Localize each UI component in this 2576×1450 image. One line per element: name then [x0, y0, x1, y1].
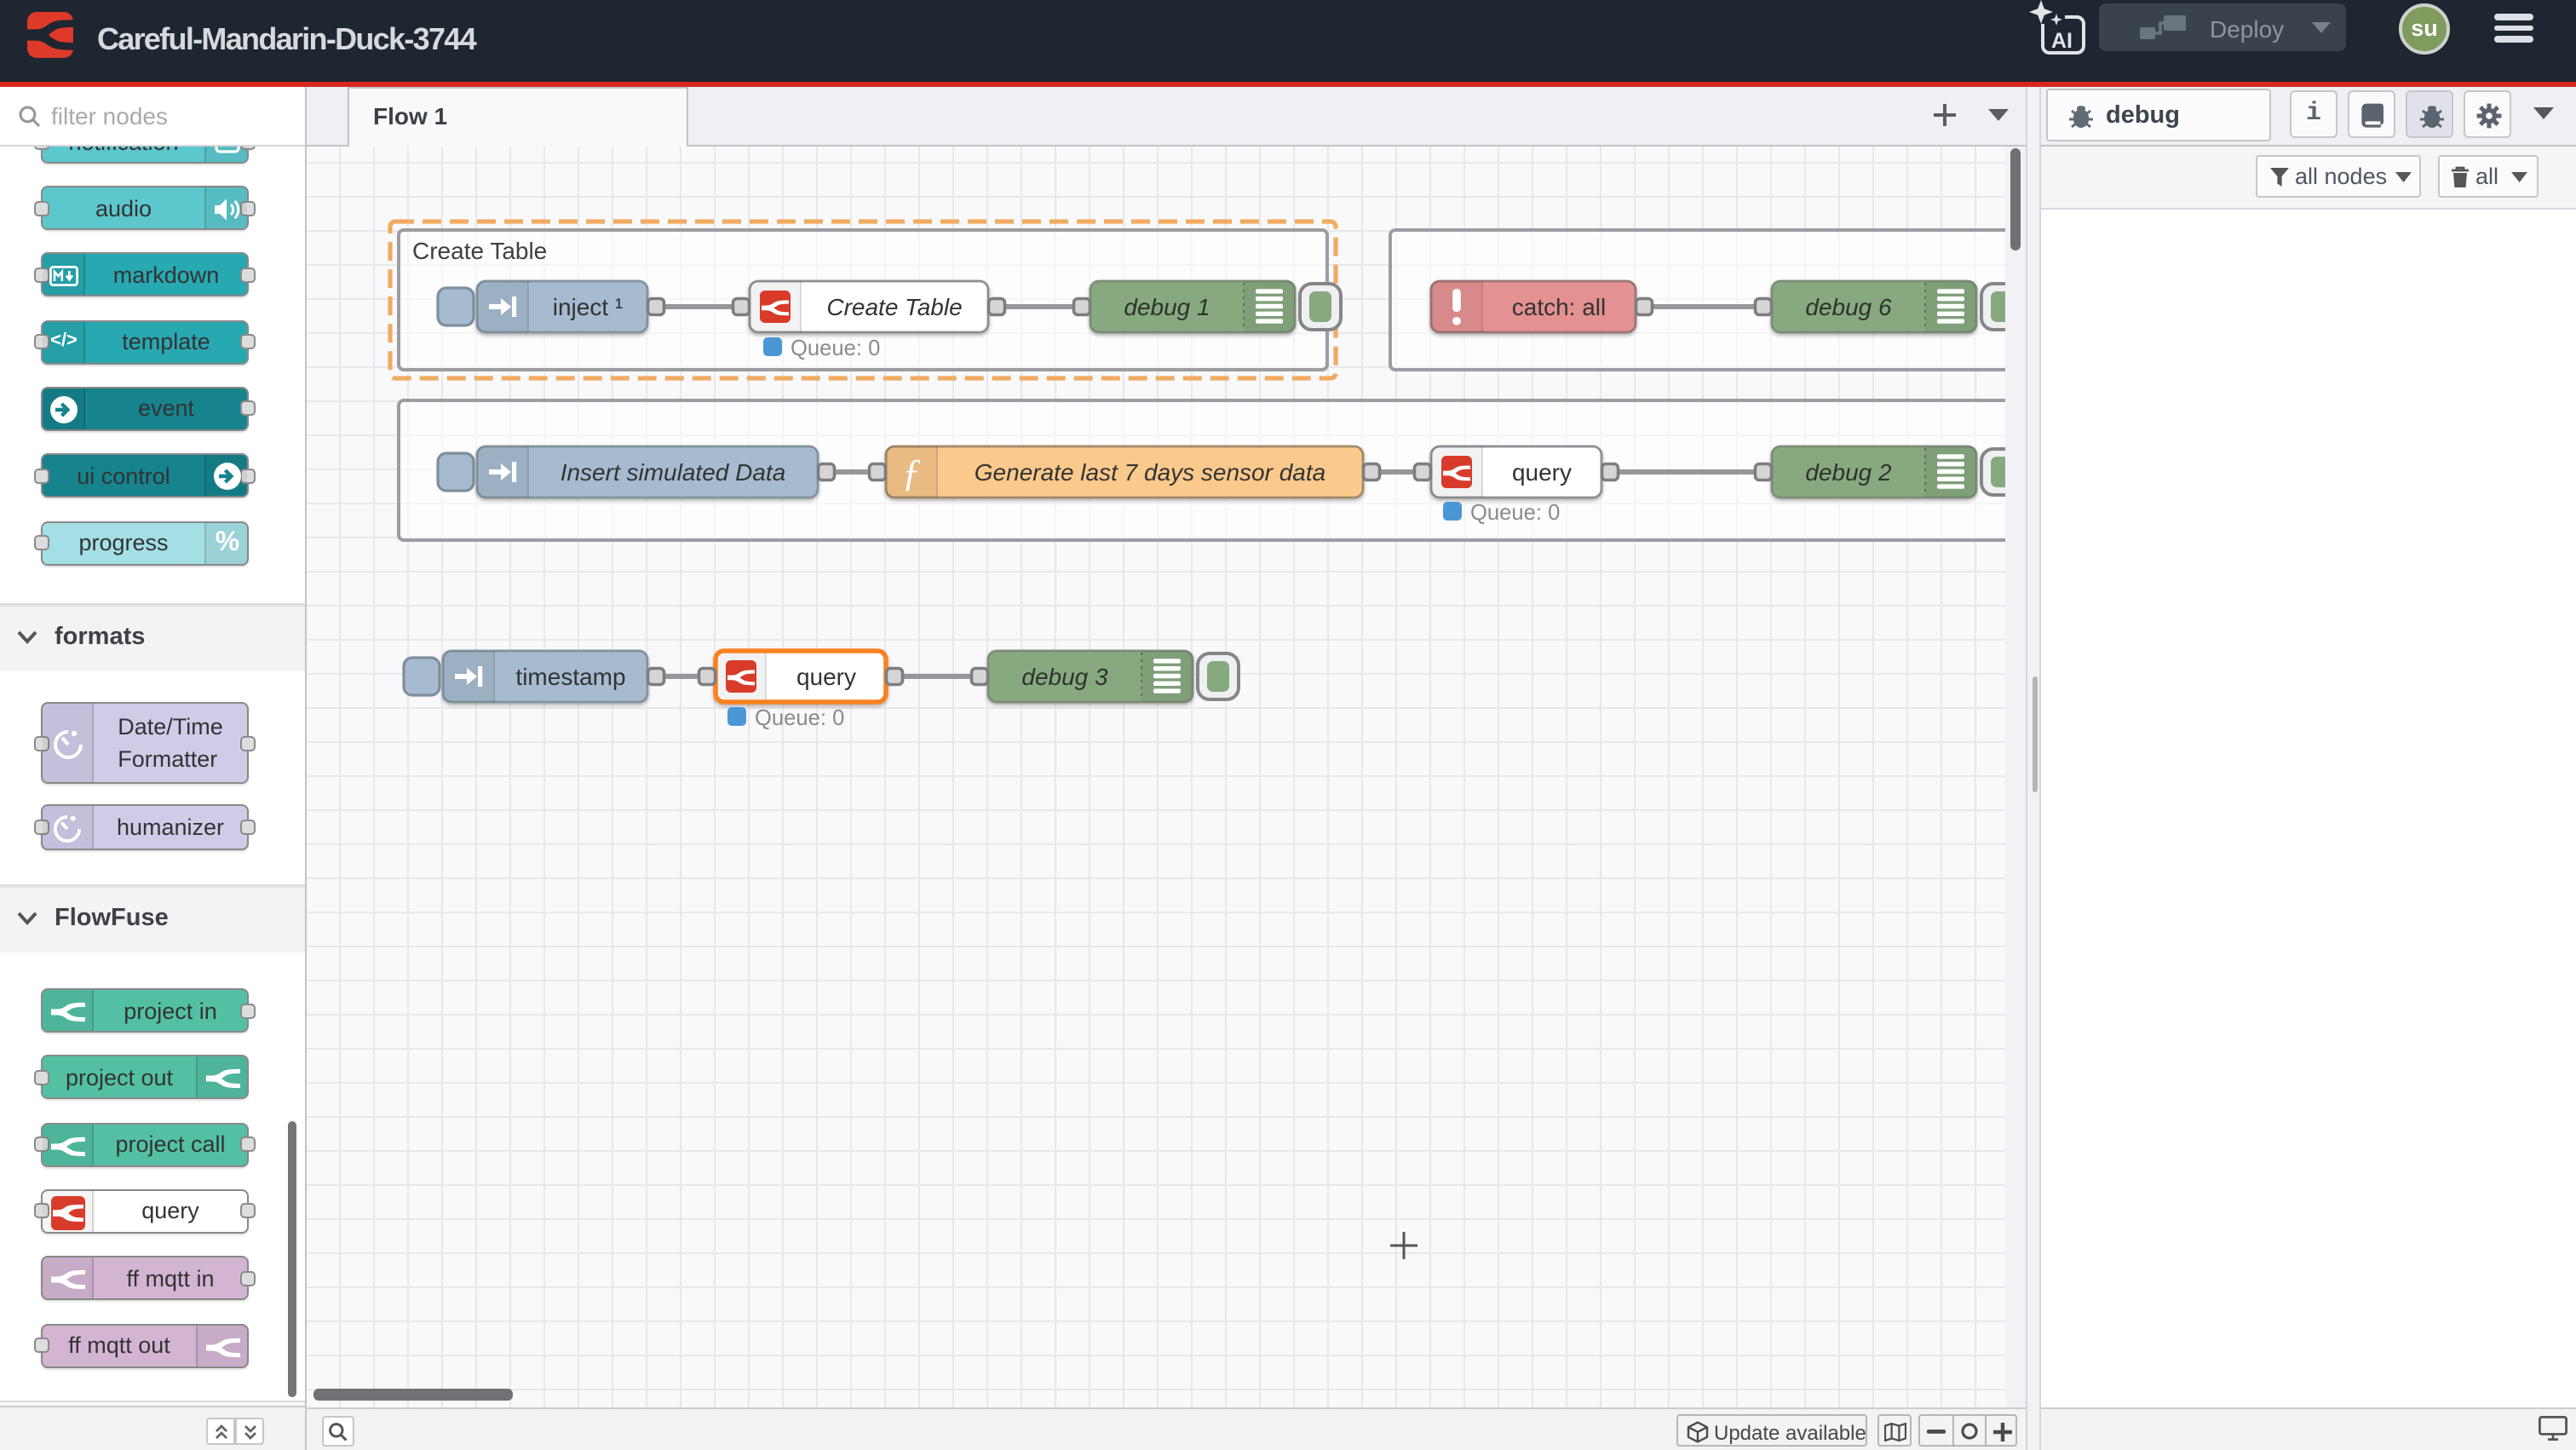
svg-text:ƒ: ƒ — [902, 451, 922, 494]
svg-text:Create Table: Create Table — [826, 294, 962, 320]
svg-text:debug 6: debug 6 — [1805, 294, 1892, 320]
svg-text:timestamp: timestamp — [515, 664, 625, 690]
svg-text:Create Table: Create Table — [412, 238, 547, 264]
svg-text:AI: AI — [2051, 29, 2073, 53]
svg-text:Insert simulated Data: Insert simulated Data — [561, 459, 786, 486]
svg-text:query: query — [1512, 459, 1572, 486]
svg-text:Generate last 7 days sensor da: Generate last 7 days sensor data — [975, 459, 1325, 486]
svg-text:inject ¹: inject ¹ — [553, 294, 623, 320]
svg-text:catch: all: catch: all — [1512, 294, 1607, 320]
svg-text:Queue: 0: Queue: 0 — [1470, 501, 1560, 525]
svg-text:debug 3: debug 3 — [1021, 664, 1108, 690]
svg-text:query: query — [796, 664, 856, 690]
svg-text:debug 2: debug 2 — [1805, 459, 1892, 486]
svg-text:debug 1: debug 1 — [1124, 294, 1210, 320]
svg-text:Queue: 0: Queue: 0 — [791, 337, 880, 360]
svg-text:Queue: 0: Queue: 0 — [755, 706, 844, 730]
